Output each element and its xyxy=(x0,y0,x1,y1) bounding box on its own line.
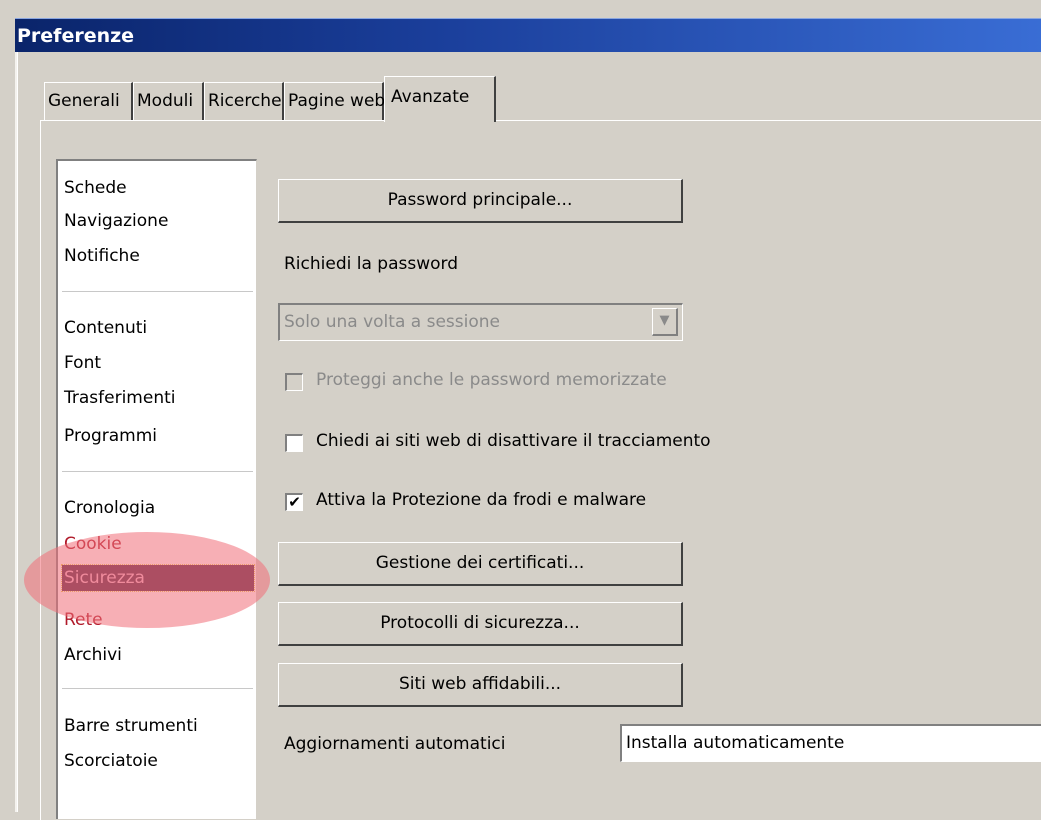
do-not-track-checkbox[interactable] xyxy=(285,434,303,452)
category-archivi[interactable]: Archivi xyxy=(62,642,254,668)
category-trasferimenti[interactable]: Trasferimenti xyxy=(62,385,254,411)
category-cookie[interactable]: Cookie xyxy=(62,531,254,557)
ask-password-value: Solo una volta a sessione xyxy=(284,312,500,332)
group-divider xyxy=(62,688,253,689)
category-schede[interactable]: Schede xyxy=(62,175,254,201)
trusted-sites-button[interactable]: Siti web affidabili... xyxy=(278,663,683,707)
check-icon: ✔ xyxy=(288,493,301,511)
protocols-button[interactable]: Protocolli di sicurezza... xyxy=(278,602,683,646)
ask-password-label: Richiedi la password xyxy=(284,254,459,274)
category-barre-strumenti[interactable]: Barre strumenti xyxy=(62,713,254,739)
group-divider xyxy=(62,291,253,292)
tab-generali[interactable]: Generali xyxy=(44,82,133,120)
tab-pagine-web[interactable]: Pagine web xyxy=(284,82,385,120)
fraud-protection-label: Attiva la Protezione da frodi e malware xyxy=(316,490,647,510)
fraud-protection-checkbox[interactable]: ✔ xyxy=(285,493,303,511)
window-title: Preferenze xyxy=(15,18,1041,52)
certificates-button[interactable]: Gestione dei certificati... xyxy=(278,542,683,586)
auto-updates-label: Aggiornamenti automatici xyxy=(284,734,506,754)
master-password-button[interactable]: Password principale... xyxy=(278,179,683,223)
category-list[interactable]: Schede Navigazione Notifiche Contenuti F… xyxy=(56,159,257,819)
category-font[interactable]: Font xyxy=(62,350,254,376)
category-contenuti[interactable]: Contenuti xyxy=(62,315,254,341)
tab-moduli[interactable]: Moduli xyxy=(133,82,204,120)
category-programmi[interactable]: Programmi xyxy=(62,423,254,449)
tab-ricerche[interactable]: Ricerche xyxy=(204,82,284,120)
protect-saved-label: Proteggi anche le password memorizzate xyxy=(316,370,667,390)
tab-avanzate[interactable]: Avanzate xyxy=(384,76,496,122)
auto-updates-select[interactable]: Installa automaticamente xyxy=(620,724,1041,762)
window-border-highlight xyxy=(17,52,18,812)
category-sicurezza[interactable]: Sicurezza xyxy=(61,564,255,592)
chevron-down-icon[interactable]: ▼ xyxy=(652,308,678,336)
category-rete[interactable]: Rete xyxy=(62,607,254,633)
group-divider xyxy=(62,471,253,472)
category-scorciatoie[interactable]: Scorciatoie xyxy=(62,748,254,774)
ask-password-select[interactable]: Solo una volta a sessione ▼ xyxy=(278,303,683,341)
category-notifiche[interactable]: Notifiche xyxy=(62,243,254,269)
category-navigazione[interactable]: Navigazione xyxy=(62,208,254,234)
do-not-track-label: Chiedi ai siti web di disattivare il tra… xyxy=(316,431,711,451)
protect-saved-checkbox[interactable] xyxy=(285,373,303,391)
category-cronologia[interactable]: Cronologia xyxy=(62,495,254,521)
auto-updates-value: Installa automaticamente xyxy=(626,733,845,753)
